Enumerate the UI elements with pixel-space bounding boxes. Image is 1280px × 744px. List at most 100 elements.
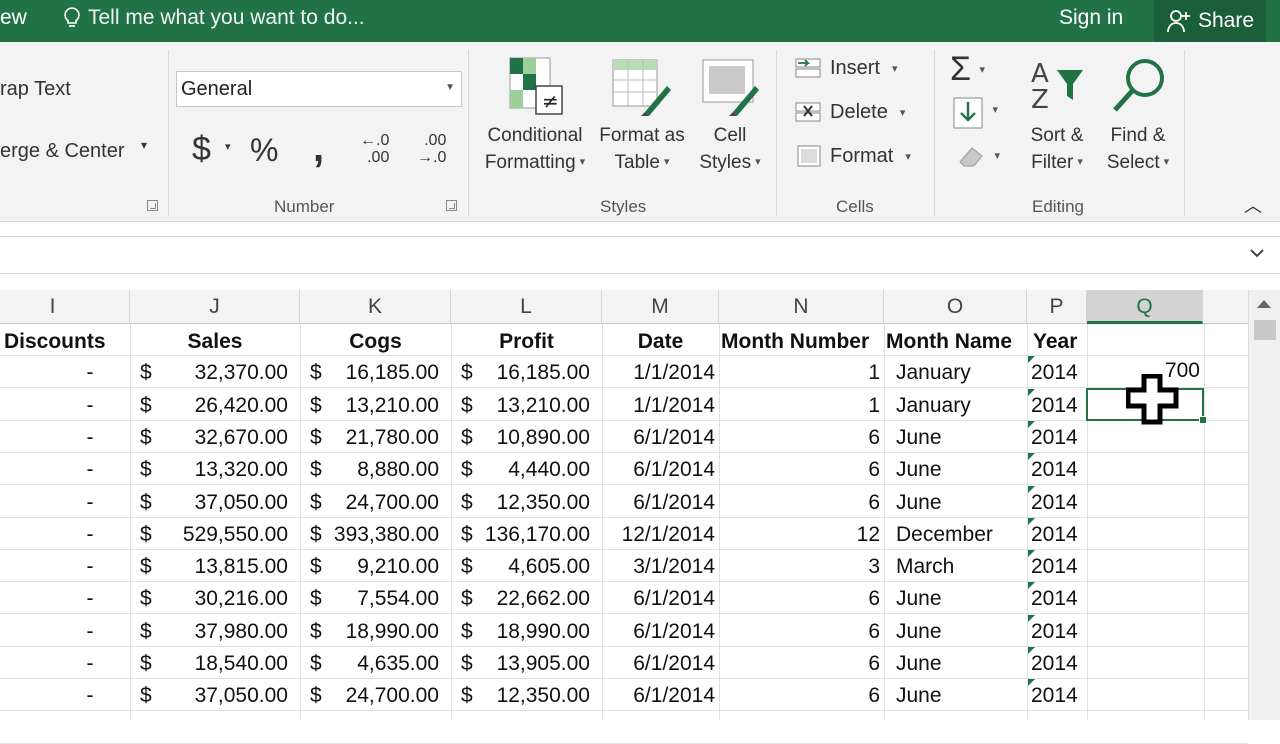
cell-date[interactable]: 6/1/2014 — [604, 616, 715, 648]
cell-month-number[interactable]: 1 — [720, 390, 880, 422]
cell-month-number[interactable]: 12 — [720, 519, 880, 551]
cell-sales[interactable]: 37,050.00 — [152, 487, 288, 519]
cell-h-fragment[interactable]: . — [0, 616, 2, 648]
cell-date[interactable]: 6/1/2014 — [604, 487, 715, 519]
percent-button[interactable]: % — [250, 132, 278, 169]
cell-month-name[interactable]: June — [896, 583, 1026, 615]
cell-date[interactable]: 6/1/2014 — [604, 422, 715, 454]
cell-h-fragment[interactable]: . — [0, 422, 2, 454]
tell-me-box[interactable]: Tell me what you want to do... — [62, 4, 365, 32]
autosum-button[interactable]: Σ ▾ — [950, 50, 985, 89]
cell-year[interactable]: 2014 — [1031, 390, 1085, 422]
cell-date[interactable]: 6/1/2014 — [604, 454, 715, 486]
cell-month-number[interactable]: 6 — [720, 616, 880, 648]
worksheet-grid[interactable]: IJKLMNOPQ Discounts Sales Cogs Profit Date Mo… — [0, 290, 1248, 744]
cell-h-fragment[interactable]: . — [0, 551, 2, 583]
cell-h-fragment[interactable]: . — [0, 487, 2, 519]
cell-profit[interactable]: 13,210.00 — [470, 390, 590, 422]
alignment-launcher-icon[interactable] — [147, 200, 158, 211]
cell-month-number[interactable]: 3 — [720, 551, 880, 583]
cell-cogs[interactable]: 7,554.00 — [318, 583, 439, 615]
cell-h-fragment[interactable]: . — [0, 390, 2, 422]
cell-h-fragment[interactable]: . — [0, 454, 2, 486]
cell-month-name[interactable]: June — [896, 648, 1026, 680]
number-format-select[interactable]: General ▼ — [176, 71, 462, 107]
fill-button[interactable]: ▾ — [952, 96, 998, 135]
cell-h-fragment[interactable]: . — [0, 680, 2, 712]
cell-month-number[interactable]: 6 — [720, 680, 880, 712]
cell-sales[interactable]: 30,216.00 — [152, 583, 288, 615]
cell-sales[interactable]: 32,670.00 — [152, 422, 288, 454]
cell-sales[interactable]: 529,550.00 — [152, 519, 288, 551]
cell-discount[interactable]: - — [60, 487, 120, 519]
cell-date[interactable]: 1/1/2014 — [604, 357, 715, 389]
cell-styles-button[interactable]: Cell Styles ▾ — [692, 56, 768, 176]
cell-profit[interactable]: 4,440.00 — [470, 454, 590, 486]
cell-profit[interactable]: 12,350.00 — [470, 680, 590, 712]
cell-year[interactable]: 2014 — [1031, 357, 1085, 389]
header-o[interactable]: Month Name — [886, 326, 1031, 358]
wrap-text-button[interactable]: rap Text — [0, 78, 71, 101]
currency-button[interactable]: $ — [192, 130, 211, 169]
cell-month-number[interactable]: 6 — [720, 454, 880, 486]
scrollbar-thumb[interactable] — [1254, 320, 1276, 340]
cell-discount[interactable]: - — [60, 454, 120, 486]
cell-month-name[interactable]: March — [896, 551, 1026, 583]
header-n[interactable]: Month Number — [721, 326, 887, 358]
format-as-table-button[interactable]: Format as Table ▾ — [594, 56, 690, 176]
cell-year[interactable]: 2014 — [1031, 454, 1085, 486]
column-header-n[interactable]: N — [719, 290, 884, 324]
cell-month-name[interactable]: June — [896, 422, 1026, 454]
column-header-j[interactable]: J — [130, 290, 300, 324]
cell-profit[interactable]: 13,905.00 — [470, 648, 590, 680]
header-p[interactable]: Year — [1033, 326, 1089, 358]
insert-button[interactable]: Insert ▾ — [794, 56, 898, 80]
cell-month-name[interactable]: June — [896, 487, 1026, 519]
sort-filter-button[interactable]: A Z Sort & Filter ▾ — [1022, 56, 1092, 176]
header-m[interactable]: Date — [602, 326, 719, 358]
cell-sales[interactable]: 26,420.00 — [152, 390, 288, 422]
cell-date[interactable]: 6/1/2014 — [604, 680, 715, 712]
cell-q2[interactable] — [1086, 324, 1204, 356]
header-l[interactable]: Profit — [451, 326, 602, 358]
cell-discount[interactable]: - — [60, 583, 120, 615]
clear-button[interactable]: ▾ — [956, 144, 1000, 173]
cell-cogs[interactable]: 24,700.00 — [318, 680, 439, 712]
cell-cogs[interactable]: 21,780.00 — [318, 422, 439, 454]
header-i[interactable]: Discounts — [4, 326, 144, 358]
cell-discount[interactable]: - — [60, 551, 120, 583]
cell-discount[interactable]: - — [60, 390, 120, 422]
cell-date[interactable]: 12/1/2014 — [604, 519, 715, 551]
cell-date[interactable]: 6/1/2014 — [604, 648, 715, 680]
cell-discount[interactable]: - — [60, 422, 120, 454]
cell-h-fragment[interactable]: . — [0, 583, 2, 615]
cell-profit[interactable]: 10,890.00 — [470, 422, 590, 454]
cell-profit[interactable]: 18,990.00 — [470, 616, 590, 648]
collapse-ribbon-icon[interactable]: ︿ — [1244, 192, 1262, 218]
decrease-decimal-button[interactable]: .00 →.0 — [417, 132, 446, 166]
cell-discount[interactable]: - — [60, 519, 120, 551]
merge-center-button[interactable]: erge & Center — [0, 140, 125, 163]
cell-year[interactable]: 2014 — [1031, 519, 1085, 551]
column-header-k[interactable]: K — [300, 290, 451, 324]
cell-sales[interactable]: 13,320.00 — [152, 454, 288, 486]
cell-sales[interactable]: 37,050.00 — [152, 680, 288, 712]
cell-sales[interactable]: 13,815.00 — [152, 551, 288, 583]
cell-year[interactable]: 2014 — [1031, 648, 1085, 680]
cell-profit[interactable]: 12,350.00 — [470, 487, 590, 519]
column-header-m[interactable]: M — [602, 290, 719, 324]
scroll-up-icon[interactable] — [1257, 300, 1271, 308]
cell-month-number[interactable]: 6 — [720, 648, 880, 680]
find-select-button[interactable]: Find & Select ▾ — [1100, 56, 1176, 176]
cell-date[interactable]: 6/1/2014 — [604, 583, 715, 615]
cell-sales[interactable]: 18,540.00 — [152, 648, 288, 680]
cell-h-fragment[interactable]: . — [0, 357, 2, 389]
cell-month-name[interactable]: June — [896, 454, 1026, 486]
share-button[interactable]: Share — [1154, 0, 1266, 42]
cell-month-name[interactable]: June — [896, 680, 1026, 712]
cell-cogs[interactable]: 13,210.00 — [318, 390, 439, 422]
cell-cogs[interactable]: 24,700.00 — [318, 487, 439, 519]
expand-formula-bar-icon[interactable] — [1248, 246, 1266, 260]
cell-profit[interactable]: 22,662.00 — [470, 583, 590, 615]
column-header-l[interactable]: L — [451, 290, 602, 324]
